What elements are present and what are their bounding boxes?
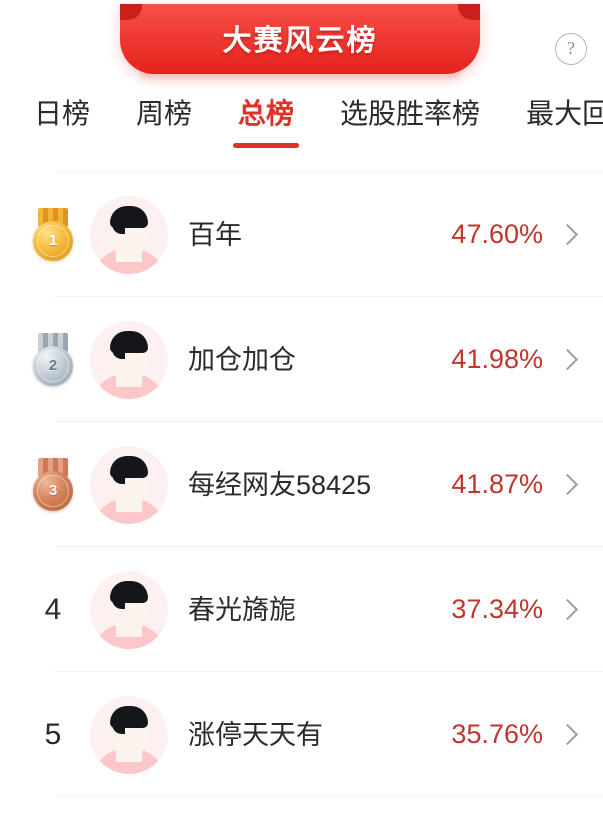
rank-slot: 3 — [22, 457, 84, 512]
avatar[interactable] — [90, 695, 168, 774]
leaderboard-page: 大赛风云榜 ? 日榜 周榜 总榜 选股胜率榜 最大回撤 1 — [0, 0, 603, 820]
table-row[interactable]: 4 春光旖旎 37.34% — [0, 547, 603, 672]
silver-medal-icon: 2 — [31, 332, 75, 387]
avatar-hair-icon — [110, 330, 148, 359]
avatar-hair-icon — [110, 705, 148, 734]
medal-number: 2 — [33, 345, 73, 386]
table-row[interactable]: 1 百年 47.60% — [0, 171, 603, 297]
tab-weekly[interactable]: 周榜 — [136, 92, 192, 134]
return-percent: 47.60% — [451, 219, 543, 249]
table-row[interactable]: 5 涨停天天有 35.76% — [0, 672, 603, 797]
user-name: 每经网友58425 — [188, 469, 372, 500]
rank-number: 4 — [44, 592, 62, 626]
tab-max-drawdown[interactable]: 最大回撤 — [526, 92, 603, 134]
rank-slot: 5 — [22, 718, 84, 752]
chevron-right-icon[interactable] — [551, 468, 585, 502]
user-name: 百年 — [188, 219, 242, 250]
rank-number: 5 — [44, 717, 62, 751]
chevron-right-icon[interactable] — [551, 218, 585, 252]
tab-label: 最大回撤 — [526, 98, 603, 129]
ranking-list: 1 百年 47.60% 2 加仓加仓 41.98% 3 每经网友58425 41… — [0, 171, 603, 797]
banner-ribbon: 大赛风云榜 — [120, 4, 480, 74]
avatar-hair-icon — [110, 205, 148, 234]
avatar-hair-icon — [110, 580, 148, 609]
avatar[interactable] — [90, 320, 168, 399]
user-name: 加仓加仓 — [188, 344, 296, 375]
gold-medal-icon: 1 — [31, 207, 75, 262]
table-row[interactable]: 2 加仓加仓 41.98% — [0, 297, 603, 422]
user-name: 涨停天天有 — [188, 719, 323, 750]
tab-label: 总榜 — [238, 98, 295, 129]
rank-slot: 4 — [22, 593, 84, 627]
tab-label: 周榜 — [136, 98, 193, 129]
tab-label: 选股胜率榜 — [340, 98, 481, 129]
avatar[interactable] — [90, 195, 168, 274]
medal-number: 1 — [33, 220, 73, 261]
tab-active-underline — [233, 143, 300, 148]
tab-bar: 日榜 周榜 总榜 选股胜率榜 最大回撤 — [0, 92, 603, 164]
tab-win-rate[interactable]: 选股胜率榜 — [340, 92, 480, 134]
avatar[interactable] — [90, 570, 168, 649]
return-percent: 41.87% — [451, 469, 543, 499]
rank-slot: 2 — [22, 332, 84, 387]
avatar-hair-icon — [110, 455, 148, 484]
bronze-medal-icon: 3 — [31, 457, 75, 512]
return-percent: 41.98% — [451, 344, 543, 374]
chevron-right-icon[interactable] — [551, 593, 585, 627]
tab-overall[interactable]: 总榜 — [233, 92, 300, 148]
user-name: 春光旖旎 — [188, 594, 296, 625]
return-percent: 35.76% — [451, 719, 543, 749]
header-banner: 大赛风云榜 — [0, 0, 603, 82]
tab-label: 日榜 — [34, 98, 91, 129]
rank-slot: 1 — [22, 207, 84, 262]
page-title: 大赛风云榜 — [222, 25, 378, 57]
table-row[interactable]: 3 每经网友58425 41.87% — [0, 422, 603, 547]
help-icon[interactable]: ? — [555, 33, 587, 65]
medal-number: 3 — [33, 470, 73, 511]
tab-daily[interactable]: 日榜 — [34, 92, 90, 134]
return-percent: 37.34% — [451, 594, 543, 624]
chevron-right-icon[interactable] — [551, 718, 585, 752]
chevron-right-icon[interactable] — [551, 343, 585, 377]
avatar[interactable] — [90, 445, 168, 524]
